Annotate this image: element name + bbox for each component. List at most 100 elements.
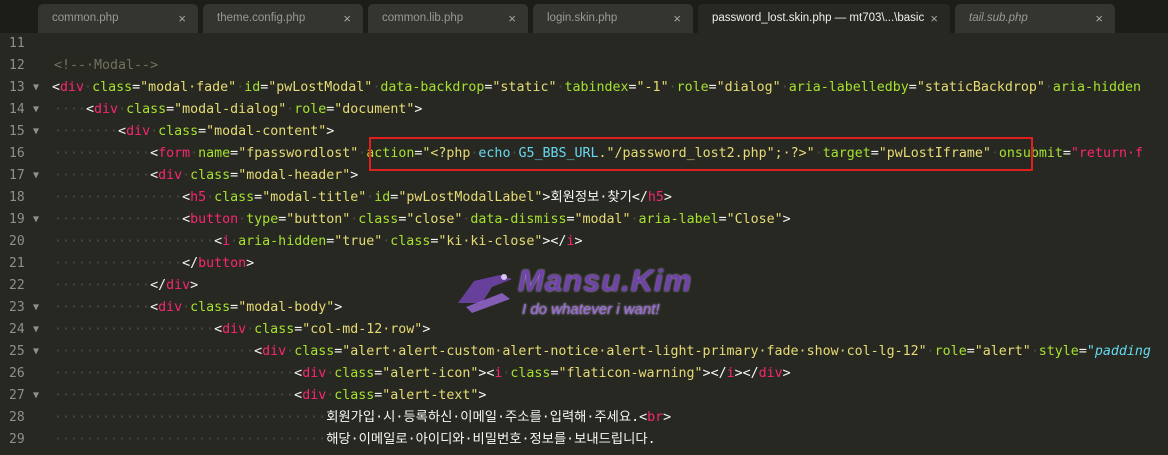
attr-name: aria-labelledby [788,80,909,95]
tag-name: br [647,410,664,425]
attr-name: role [934,344,967,359]
attr-value: "modal-content" [206,124,327,139]
line-number: 17 [9,168,25,183]
attr-name: class [190,168,231,183]
line-number: 21 [9,256,25,271]
attr-value: "alert·alert-custom·alert-notice·alert-l… [342,344,927,359]
close-icon[interactable]: × [930,4,938,33]
attr-value: "button" [286,212,351,227]
attr-value: "static" [492,80,557,95]
attr-name: class [294,344,335,359]
attr-name: class [390,234,431,249]
code-line: ····················<div·class="col-md-1… [54,322,431,337]
attr-value: "alert-text" [382,388,479,403]
attr-value: "Close" [726,212,783,227]
attr-name: data-dismiss [470,212,567,227]
tab-theme-config-php[interactable]: theme.config.php × [203,4,363,33]
fold-arrow-icon[interactable]: ▼ [33,99,39,121]
attr-value: "alert" [974,344,1031,359]
attr-name: class [126,102,167,117]
tag-name: div [758,366,783,381]
tab-tail-sub-php[interactable]: tail.sub.php × [955,4,1115,33]
attr-name: class [92,80,133,95]
tab-password-lost-skin-php[interactable]: password_lost.skin.php — mt703\...\basic… [698,4,950,33]
close-icon[interactable]: × [1095,4,1103,33]
attr-value: "alert-icon" [382,366,479,381]
tab-common-php[interactable]: common.php × [38,4,198,33]
attr-name: class [334,366,375,381]
attr-value: "staticBackdrop" [916,80,1045,95]
tag-name: button [198,256,247,271]
line-number: 18 [9,190,25,205]
fold-arrow-icon[interactable]: ▼ [33,319,39,341]
line-number: 22 [9,278,25,293]
code-line: <div·class="modal·fade"·id="pwLostModal"… [52,80,1141,95]
watermark: Mansu.Kim I do whatever i want! [452,263,692,343]
fold-arrow-icon[interactable]: ▼ [33,209,39,231]
tag-name: div [222,322,247,337]
tag-name: div [302,388,327,403]
attr-name: tabindex [564,80,629,95]
code-line: ············<div·class="modal-header"> [54,168,359,183]
code-line: ············</div> [54,278,199,293]
watermark-tagline: I do whatever i want! [522,301,660,318]
fold-arrow-icon[interactable]: ▼ [33,385,39,407]
attr-value: "modal·fade" [140,80,237,95]
highlight-box [369,137,1033,171]
tab-login-skin-php[interactable]: login.skin.php × [533,4,693,33]
line-number: 27 [9,388,25,403]
tag-name: div [166,278,191,293]
tag-name: div [60,80,85,95]
line-number: 12 [9,58,25,73]
close-icon[interactable]: × [343,4,351,33]
attr-name: aria-hidden [1052,80,1141,95]
attr-name: type [246,212,279,227]
watermark-logo-icon [458,274,512,313]
line-number: 20 [9,234,25,249]
tag-name: div [126,124,151,139]
code-line: ··································해당·이메일… [54,432,656,447]
line-number: 29 [9,432,25,447]
close-icon[interactable]: × [673,4,681,33]
code-line: ················</button> [54,256,255,271]
close-icon[interactable]: × [508,4,516,33]
line-number: 11 [9,36,25,51]
attr-value: "padding [1086,344,1151,359]
attr-value: "pwLostModal" [268,80,373,95]
code-line: <!--·Modal--> [54,55,158,77]
attr-value: "dialog" [716,80,781,95]
line-number: 15 [9,124,25,139]
attr-value: "modal-title" [262,190,367,205]
attr-name: id [244,80,261,95]
fold-arrow-icon[interactable]: ▼ [33,341,39,363]
attr-value: "modal" [574,212,631,227]
tag-name: i [726,366,735,381]
attr-value: "close" [406,212,463,227]
attr-value: "fpasswordlost" [238,146,359,161]
tab-bar: common.php × theme.config.php × common.lib… [0,0,1168,33]
line-number: 19 [9,212,25,227]
code-line: ················<h5·class="modal-title"·… [54,190,672,205]
fold-arrow-icon[interactable]: ▼ [33,165,39,187]
code-line: ·························<div·class="ale… [54,344,1151,359]
code-line: ······························<div·class… [54,366,791,381]
attr-value: "modal-body" [238,300,335,315]
attr-value: "modal-dialog" [174,102,287,117]
tag-name: div [94,102,119,117]
fold-arrow-icon[interactable]: ▼ [33,297,39,319]
close-icon[interactable]: × [178,4,186,33]
tag-name: h5 [190,190,207,205]
tab-common-lib-php[interactable]: common.lib.php × [368,4,528,33]
attr-name: data-backdrop [380,80,485,95]
code-editor[interactable]: 11 12 13 ▼ 14 ▼ 15 ▼ 16 17 ▼ 18 19 ▼ 20 21 22… [0,33,1168,455]
fold-arrow-icon[interactable]: ▼ [33,77,39,99]
text-node: 해당·이메일로·아이디와·비밀번호·정보를·보내드립니다. [326,432,656,447]
fold-arrow-icon[interactable]: ▼ [33,121,39,143]
attr-name: class [214,190,255,205]
attr-value: "true" [334,234,383,249]
attr-name: id [374,190,391,205]
line-number: 16 [9,146,25,161]
code-line: ············<div·class="modal-body"> [54,300,343,315]
attr-name: style [1038,344,1079,359]
line-number: 14 [9,102,25,117]
